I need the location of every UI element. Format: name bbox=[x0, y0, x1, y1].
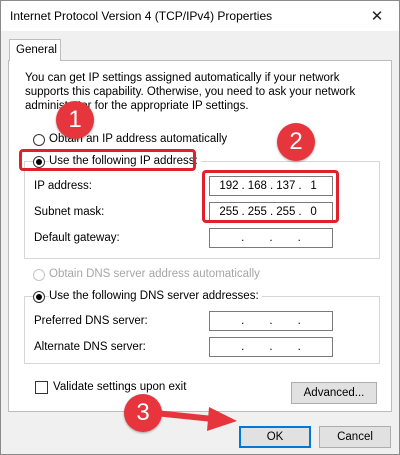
cancel-button[interactable]: Cancel bbox=[319, 426, 391, 448]
step-2-badge: 2 bbox=[277, 123, 315, 161]
use-following-ip-radio[interactable] bbox=[33, 156, 45, 168]
ip-octet-2[interactable]: 168 bbox=[248, 180, 267, 192]
obtain-dns-auto-radio bbox=[33, 269, 45, 281]
ip-address-label: IP address: bbox=[34, 180, 92, 192]
obtain-ip-auto-radio[interactable] bbox=[33, 134, 45, 146]
validate-settings-label[interactable]: Validate settings upon exit bbox=[53, 381, 186, 393]
tab-general-label: General bbox=[16, 44, 57, 56]
ok-button[interactable]: OK bbox=[239, 426, 311, 448]
subnet-mask-field[interactable]: 255. 255. 255. 0 bbox=[209, 202, 333, 222]
ip-octet-3[interactable]: 137 bbox=[276, 180, 295, 192]
use-following-ip-label[interactable]: Use the following IP address: bbox=[49, 155, 201, 167]
subnet-octet-4[interactable]: 0 bbox=[305, 206, 323, 218]
use-following-dns-radio[interactable] bbox=[33, 291, 45, 303]
ip-octet-4[interactable]: 1 bbox=[305, 180, 323, 192]
title-bar[interactable]: Internet Protocol Version 4 (TCP/IPv4) P… bbox=[1, 1, 399, 31]
arrow-to-ok-icon bbox=[152, 407, 237, 431]
default-gateway-field[interactable]: . . . bbox=[209, 228, 333, 248]
properties-dialog: Internet Protocol Version 4 (TCP/IPv4) P… bbox=[0, 0, 400, 455]
use-following-dns-label[interactable]: Use the following DNS server addresses: bbox=[49, 290, 262, 302]
subnet-octet-1[interactable]: 255 bbox=[219, 206, 238, 218]
validate-settings-checkbox[interactable] bbox=[35, 381, 48, 394]
subnet-octet-3[interactable]: 255 bbox=[276, 206, 295, 218]
ip-address-field[interactable]: 192. 168. 137. 1 bbox=[209, 176, 333, 196]
default-gateway-label: Default gateway: bbox=[34, 232, 120, 244]
alternate-dns-label: Alternate DNS server: bbox=[34, 341, 146, 353]
subnet-mask-label: Subnet mask: bbox=[34, 206, 105, 218]
advanced-button[interactable]: Advanced... bbox=[291, 382, 377, 404]
obtain-dns-auto-label: Obtain DNS server address automatically bbox=[49, 268, 260, 280]
tab-general[interactable]: General bbox=[9, 39, 61, 61]
step-1-badge: 1 bbox=[56, 101, 94, 139]
alternate-dns-field[interactable]: . . . bbox=[209, 337, 333, 357]
preferred-dns-field[interactable]: . . . bbox=[209, 311, 333, 331]
preferred-dns-label: Preferred DNS server: bbox=[34, 315, 148, 327]
close-icon[interactable]: ✕ bbox=[355, 1, 399, 31]
subnet-octet-2[interactable]: 255 bbox=[248, 206, 267, 218]
window-title: Internet Protocol Version 4 (TCP/IPv4) P… bbox=[10, 9, 273, 23]
ip-octet-1[interactable]: 192 bbox=[219, 180, 238, 192]
